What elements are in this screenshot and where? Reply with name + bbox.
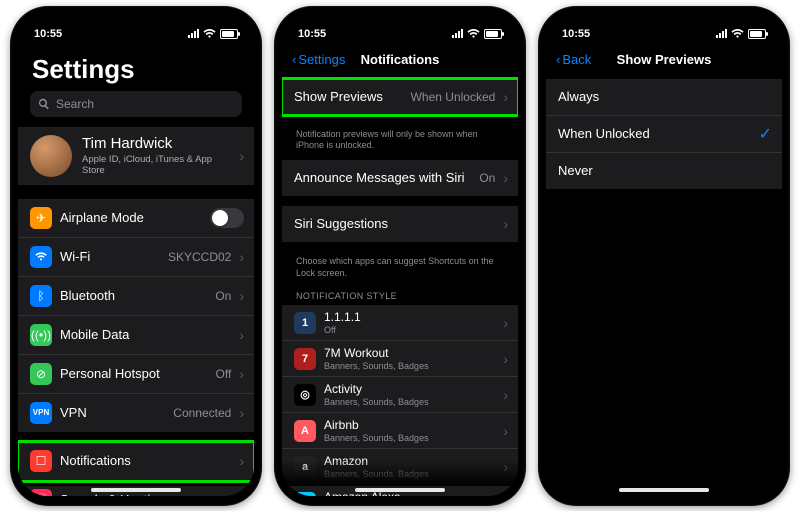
app-name: 7M Workout <box>324 346 495 360</box>
airplane-toggle[interactable] <box>210 208 244 228</box>
option-never[interactable]: Never <box>546 153 782 189</box>
signal-icon <box>716 29 727 38</box>
page-title: Settings <box>18 46 254 91</box>
wifi-icon <box>203 29 216 39</box>
nav-bar: ‹ Settings Notifications <box>282 46 518 75</box>
chevron-right-icon: › <box>503 171 508 185</box>
cell-cellular[interactable]: ((•)) Mobile Data › <box>18 316 254 355</box>
back-button[interactable]: ‹ Back <box>556 52 591 67</box>
app-row[interactable]: A AirbnbBanners, Sounds, Badges › <box>282 413 518 449</box>
chevron-right-icon: › <box>503 90 508 104</box>
app-name: Activity <box>324 382 495 396</box>
app-icon: ○ <box>294 492 316 496</box>
phone-show-previews: 10:55 ‹ Back Show Previews Always When U… <box>538 6 790 506</box>
profile-desc: Apple ID, iCloud, iTunes & App Store <box>82 154 229 176</box>
vpn-icon: VPN <box>30 402 52 424</box>
app-sublabel: Banners, Sounds, Badges <box>324 397 495 407</box>
chevron-right-icon: › <box>239 406 244 420</box>
chevron-left-icon: ‹ <box>292 52 296 67</box>
status-time: 10:55 <box>298 28 326 40</box>
app-row[interactable]: 1 1.1.1.1Off › <box>282 305 518 341</box>
phone-settings: 10:55 Settings Search Tim Hardwick Apple… <box>10 6 262 506</box>
cell-siri-suggestions[interactable]: Siri Suggestions › <box>282 206 518 242</box>
battery-icon <box>748 29 766 39</box>
app-sublabel: Banners, Sounds, Badges <box>324 433 495 443</box>
notifications-icon: ☐ <box>30 450 52 472</box>
chevron-right-icon: › <box>503 424 508 438</box>
app-icon: 7 <box>294 348 316 370</box>
chevron-right-icon: › <box>239 250 244 264</box>
home-indicator[interactable] <box>619 488 709 492</box>
chevron-right-icon: › <box>239 149 244 163</box>
nav-title: Show Previews <box>617 52 712 67</box>
app-icon: ◎ <box>294 384 316 406</box>
search-placeholder: Search <box>56 97 94 111</box>
option-when-unlocked[interactable]: When Unlocked ✓ <box>546 116 782 153</box>
app-row[interactable]: ◎ ActivityBanners, Sounds, Badges › <box>282 377 518 413</box>
app-row[interactable]: 7 7M WorkoutBanners, Sounds, Badges › <box>282 341 518 377</box>
home-indicator[interactable] <box>91 488 181 492</box>
checkmark-icon: ✓ <box>759 124 772 144</box>
app-icon: a <box>294 456 316 478</box>
signal-icon <box>188 29 199 38</box>
cell-vpn[interactable]: VPN VPN Connected › <box>18 394 254 432</box>
profile-cell[interactable]: Tim Hardwick Apple ID, iCloud, iTunes & … <box>18 127 254 185</box>
app-name: Amazon <box>324 454 495 468</box>
phone-notifications: 10:55 ‹ Settings Notifications Show Prev… <box>274 6 526 506</box>
chevron-right-icon: › <box>239 367 244 381</box>
cell-wifi[interactable]: Wi-Fi SKYCCD02 › <box>18 238 254 277</box>
signal-icon <box>452 29 463 38</box>
siri-footer: Choose which apps can suggest Shortcuts … <box>282 252 518 287</box>
wifi-icon <box>30 246 52 268</box>
chevron-left-icon: ‹ <box>556 52 560 67</box>
previews-footer: Notification previews will only be shown… <box>282 125 518 160</box>
avatar <box>30 135 72 177</box>
notification-style-header: NOTIFICATION STYLE <box>282 287 518 305</box>
battery-icon <box>484 29 502 39</box>
hotspot-icon: ⊘ <box>30 363 52 385</box>
home-indicator[interactable] <box>355 488 445 492</box>
cell-notifications[interactable]: ☐ Notifications › <box>18 442 254 481</box>
app-icon: 1 <box>294 312 316 334</box>
chevron-right-icon: › <box>239 289 244 303</box>
bluetooth-icon: ᛒ <box>30 285 52 307</box>
app-name: Airbnb <box>324 418 495 432</box>
chevron-right-icon: › <box>503 460 508 474</box>
nav-title: Notifications <box>361 52 440 67</box>
antenna-icon: ((•)) <box>30 324 52 346</box>
status-time: 10:55 <box>562 28 590 40</box>
app-icon: A <box>294 420 316 442</box>
app-sublabel: Banners, Sounds, Badges <box>324 361 495 371</box>
cell-hotspot[interactable]: ⊘ Personal Hotspot Off › <box>18 355 254 394</box>
wifi-icon <box>731 29 744 39</box>
chevron-right-icon: › <box>239 328 244 342</box>
chevron-right-icon: › <box>503 388 508 402</box>
chevron-right-icon: › <box>503 217 508 231</box>
chevron-right-icon: › <box>503 352 508 366</box>
chevron-right-icon: › <box>239 493 244 496</box>
app-sublabel: Banners, Sounds, Badges <box>324 469 495 479</box>
chevron-right-icon: › <box>239 454 244 468</box>
app-name: 1.1.1.1 <box>324 310 495 324</box>
cell-airplane[interactable]: ✈ Airplane Mode <box>18 199 254 238</box>
sounds-icon: 🔊 <box>30 489 52 496</box>
battery-icon <box>220 29 238 39</box>
airplane-icon: ✈ <box>30 207 52 229</box>
wifi-icon <box>467 29 480 39</box>
profile-name: Tim Hardwick <box>82 135 229 152</box>
status-time: 10:55 <box>34 28 62 40</box>
app-row[interactable]: a AmazonBanners, Sounds, Badges › <box>282 449 518 485</box>
back-button[interactable]: ‹ Settings <box>292 52 345 67</box>
cell-bluetooth[interactable]: ᛒ Bluetooth On › <box>18 277 254 316</box>
chevron-right-icon: › <box>503 316 508 330</box>
search-input[interactable]: Search <box>30 91 242 117</box>
nav-bar: ‹ Back Show Previews <box>546 46 782 75</box>
search-icon <box>38 98 50 110</box>
app-sublabel: Off <box>324 325 495 335</box>
cell-show-previews[interactable]: Show Previews When Unlocked › <box>282 79 518 115</box>
cell-announce-siri[interactable]: Announce Messages with Siri On › <box>282 160 518 196</box>
option-always[interactable]: Always <box>546 79 782 116</box>
